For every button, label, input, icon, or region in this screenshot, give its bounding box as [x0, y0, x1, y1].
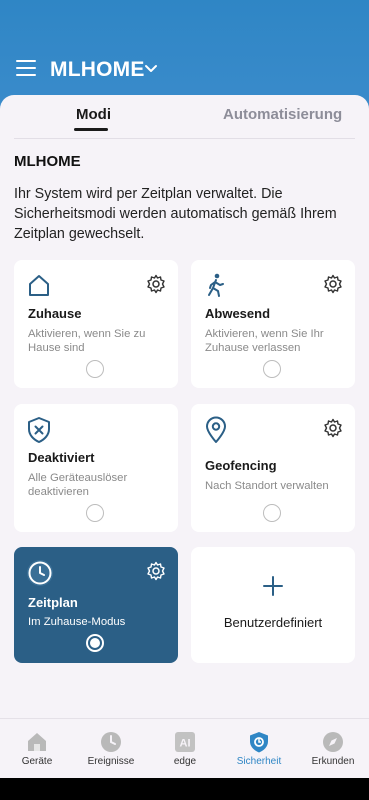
mode-card-geofencing[interactable]: Geofencing Nach Standort verwalten [191, 404, 355, 532]
clock-icon [27, 560, 53, 586]
gear-icon[interactable] [146, 274, 166, 294]
nav-label: Sicherheit [236, 756, 282, 767]
bottom-navigation: Geräte Ereignisse AI edge Sicherheit Erk… [0, 718, 369, 778]
nav-label: Ereignisse [87, 756, 135, 767]
top-app-bar: MLHOME [0, 0, 369, 110]
nav-erkunden[interactable]: Erkunden [296, 719, 369, 779]
house-icon [29, 275, 49, 296]
mode-title: Zuhause [28, 306, 82, 321]
mode-title: Geofencing [205, 458, 277, 473]
compass-icon [323, 732, 343, 752]
location-pin-icon [206, 416, 226, 443]
ai-icon: AI [175, 732, 195, 752]
hamburger-menu-icon[interactable] [16, 60, 36, 78]
mode-radio-button[interactable] [263, 360, 281, 378]
chevron-down-icon[interactable] [144, 64, 158, 74]
home-icon [28, 733, 46, 751]
shield-x-icon [28, 417, 50, 443]
system-navigation-bar [0, 778, 369, 800]
gear-icon[interactable] [323, 418, 343, 438]
clock-icon [101, 732, 121, 752]
mode-description: Aktivieren, wenn Sie zu Hause sind [28, 328, 146, 354]
custom-mode-label: Benutzerdefiniert [223, 615, 323, 630]
mode-description: Alle Geräteauslöser deaktivieren [28, 472, 128, 498]
mode-card-deaktiviert[interactable]: Deaktiviert Alle Geräteauslöser deaktivi… [14, 404, 178, 532]
mode-description: Nach Standort verwalten [205, 480, 329, 492]
mode-description: Aktivieren, wenn Sie Ihr Zuhause verlass… [205, 328, 324, 354]
mode-tabs: Modi Automatisierung [14, 95, 355, 139]
home-title[interactable]: MLHOME [50, 58, 145, 82]
system-description: Ihr System wird per Zeitplan verwaltet. … [14, 186, 337, 242]
mode-radio-button[interactable] [263, 504, 281, 522]
shield-icon [250, 732, 268, 753]
nav-ereignisse[interactable]: Ereignisse [74, 719, 148, 779]
mode-card-zeitplan[interactable]: Zeitplan Im Zuhause-Modus [14, 547, 178, 663]
active-tab-indicator [74, 128, 108, 131]
nav-geraete[interactable]: Geräte [0, 719, 74, 779]
mode-title: Abwesend [205, 306, 271, 321]
nav-label: edge [173, 756, 197, 767]
gear-icon[interactable] [146, 561, 166, 581]
nav-sicherheit[interactable]: Sicherheit [222, 719, 296, 779]
svg-text:AI: AI [180, 738, 191, 750]
gear-icon[interactable] [323, 274, 343, 294]
plus-icon [263, 576, 283, 596]
mode-card-zuhause[interactable]: Zuhause Aktivieren, wenn Sie zu Hause si… [14, 260, 178, 388]
tab-automatisierung[interactable]: Automatisierung [223, 106, 342, 123]
section-title: MLHOME [14, 153, 81, 170]
add-custom-mode-card[interactable]: Benutzerdefiniert [191, 547, 355, 663]
mode-description: Im Zuhause-Modus [28, 616, 126, 628]
mode-radio-button[interactable] [86, 634, 104, 652]
mode-card-abwesend[interactable]: Abwesend Aktivieren, wenn Sie Ihr Zuhaus… [191, 260, 355, 388]
walking-person-icon [208, 273, 224, 297]
mode-radio-button[interactable] [86, 360, 104, 378]
content-sheet: Modi Automatisierung MLHOME Ihr System w… [0, 95, 369, 800]
mode-title: Zeitplan [28, 595, 78, 610]
tab-modi[interactable]: Modi [76, 106, 111, 123]
nav-label: Geräte [21, 756, 53, 767]
mode-radio-button[interactable] [86, 504, 104, 522]
nav-edge[interactable]: AI edge [148, 719, 222, 779]
mode-title: Deaktiviert [28, 450, 95, 465]
nav-label: Erkunden [311, 756, 355, 767]
